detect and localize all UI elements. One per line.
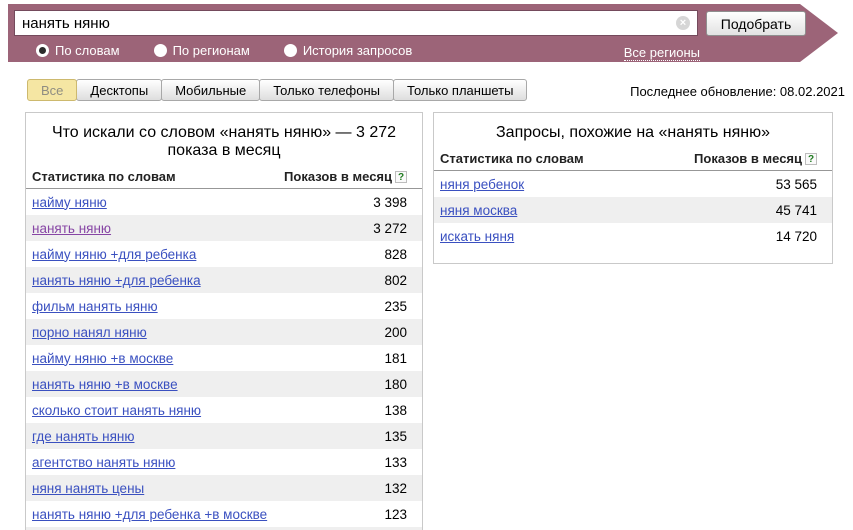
word-stats-panel: Что искали со словом «нанять няню» — 3 2… bbox=[25, 112, 423, 530]
col-query-header: Статистика по словам bbox=[32, 169, 176, 184]
table-row: найму няню +в москве 181 bbox=[26, 345, 422, 371]
shows-value: 3 272 bbox=[373, 221, 407, 236]
search-box: × bbox=[14, 10, 698, 36]
query-link[interactable]: нанять няню bbox=[32, 221, 111, 236]
col-query-header: Статистика по словам bbox=[440, 151, 584, 166]
device-tab[interactable]: Мобильные bbox=[161, 79, 260, 101]
mode-label: По регионам bbox=[173, 43, 250, 58]
query-link[interactable]: нанять няню +для ребенка +в москве bbox=[32, 507, 267, 522]
shows-value: 133 bbox=[384, 455, 407, 470]
shows-value: 45 741 bbox=[776, 203, 817, 218]
mode-by-regions[interactable]: По регионам bbox=[154, 43, 250, 58]
table-row: найму няню 3 398 bbox=[26, 189, 422, 215]
help-icon[interactable]: ? bbox=[805, 153, 817, 165]
query-link[interactable]: няня ребенок bbox=[440, 177, 524, 192]
table-row: где нанять няню 135 bbox=[26, 423, 422, 449]
device-tab[interactable]: Все bbox=[27, 79, 77, 101]
device-tabs: ВсеДесктопыМобильныеТолько телефоныТольк… bbox=[27, 79, 527, 101]
table-row: фильм нанять няню 235 bbox=[26, 293, 422, 319]
table-row: искать няня 14 720 bbox=[434, 223, 832, 249]
help-icon[interactable]: ? bbox=[395, 171, 407, 183]
radio-icon[interactable] bbox=[284, 44, 297, 57]
col-shows-header: Показов в месяц bbox=[284, 169, 392, 184]
query-link[interactable]: порно нанял няню bbox=[32, 325, 147, 340]
shows-value: 200 bbox=[384, 325, 407, 340]
device-tab[interactable]: Только планшеты bbox=[393, 79, 527, 101]
table-body: няня ребенок 53 565 няня москва 45 741 искат… bbox=[434, 171, 832, 249]
shows-value: 180 bbox=[384, 377, 407, 392]
panel-title: Запросы, похожие на «нанять няню» bbox=[447, 124, 819, 142]
shows-value: 53 565 bbox=[776, 177, 817, 192]
search-input[interactable] bbox=[15, 11, 697, 35]
table-body: найму няню 3 398 нанять няню 3 272 найму нян… bbox=[26, 189, 422, 530]
table-row: нанять няню 3 272 bbox=[26, 215, 422, 241]
shows-value: 135 bbox=[384, 429, 407, 444]
query-link[interactable]: няня москва bbox=[440, 203, 517, 218]
shows-value: 235 bbox=[384, 299, 407, 314]
mode-query-history[interactable]: История запросов bbox=[284, 43, 413, 58]
query-link[interactable]: сколько стоит нанять няню bbox=[32, 403, 201, 418]
table-row: няня москва 45 741 bbox=[434, 197, 832, 223]
col-shows-header: Показов в месяц bbox=[694, 151, 802, 166]
table-row: порно нанял няню 200 bbox=[26, 319, 422, 345]
device-tab[interactable]: Десктопы bbox=[76, 79, 162, 101]
all-regions-link[interactable]: Все регионы bbox=[624, 45, 700, 61]
wordstat-page: × Подобрать По словам По регионам Истори… bbox=[0, 0, 853, 530]
query-link[interactable]: нанять няню +для ребенка bbox=[32, 273, 201, 288]
table-row: найму няню +для ребенка 828 bbox=[26, 241, 422, 267]
table-row: нанять няню +в москве 180 bbox=[26, 371, 422, 397]
query-link[interactable]: где нанять няню bbox=[32, 429, 135, 444]
query-link[interactable]: няня нанять цены bbox=[32, 481, 144, 496]
shows-value: 802 bbox=[384, 273, 407, 288]
panel-title: Что искали со словом «нанять няню» — 3 2… bbox=[38, 124, 410, 160]
table-row: нанять няню +для ребенка 802 bbox=[26, 267, 422, 293]
query-link[interactable]: нанять няню +в москве bbox=[32, 377, 178, 392]
shows-value: 181 bbox=[384, 351, 407, 366]
submit-button[interactable]: Подобрать bbox=[706, 11, 806, 36]
table-row: нанять няню +для ребенка +в москве 123 bbox=[26, 501, 422, 527]
query-link[interactable]: агентство нанять няню bbox=[32, 455, 175, 470]
shows-value: 14 720 bbox=[776, 229, 817, 244]
table-row: агентство нанять няню 133 bbox=[26, 449, 422, 475]
clear-icon[interactable]: × bbox=[676, 16, 690, 30]
shows-value: 123 bbox=[384, 507, 407, 522]
query-link[interactable]: фильм нанять няню bbox=[32, 299, 158, 314]
table-header: Статистика по словам Показов в месяц ? bbox=[26, 167, 422, 189]
table-row: няня нанять цены 132 bbox=[26, 475, 422, 501]
radio-icon[interactable] bbox=[154, 44, 167, 57]
last-update-note: Последнее обновление: 08.02.2021 bbox=[630, 84, 845, 99]
table-header: Статистика по словам Показов в месяц ? bbox=[434, 149, 832, 171]
table-row: сколько стоит нанять няню 138 bbox=[26, 397, 422, 423]
search-banner: × Подобрать По словам По регионам Истори… bbox=[8, 4, 838, 62]
shows-value: 132 bbox=[384, 481, 407, 496]
table-row: няня ребенок 53 565 bbox=[434, 171, 832, 197]
mode-label: История запросов bbox=[303, 43, 413, 58]
shows-value: 3 398 bbox=[373, 195, 407, 210]
query-link[interactable]: найму няню +для ребенка bbox=[32, 247, 196, 262]
similar-queries-panel: Запросы, похожие на «нанять няню» Статис… bbox=[433, 112, 833, 264]
query-link[interactable]: найму няню bbox=[32, 195, 107, 210]
radio-icon[interactable] bbox=[36, 44, 49, 57]
query-link[interactable]: искать няня bbox=[440, 229, 514, 244]
shows-value: 828 bbox=[384, 247, 407, 262]
device-tab[interactable]: Только телефоны bbox=[259, 79, 394, 101]
shows-value: 138 bbox=[384, 403, 407, 418]
mode-switcher: По словам По регионам История запросов bbox=[36, 43, 412, 58]
mode-by-words[interactable]: По словам bbox=[36, 43, 120, 58]
query-link[interactable]: найму няню +в москве bbox=[32, 351, 173, 366]
mode-label: По словам bbox=[55, 43, 120, 58]
